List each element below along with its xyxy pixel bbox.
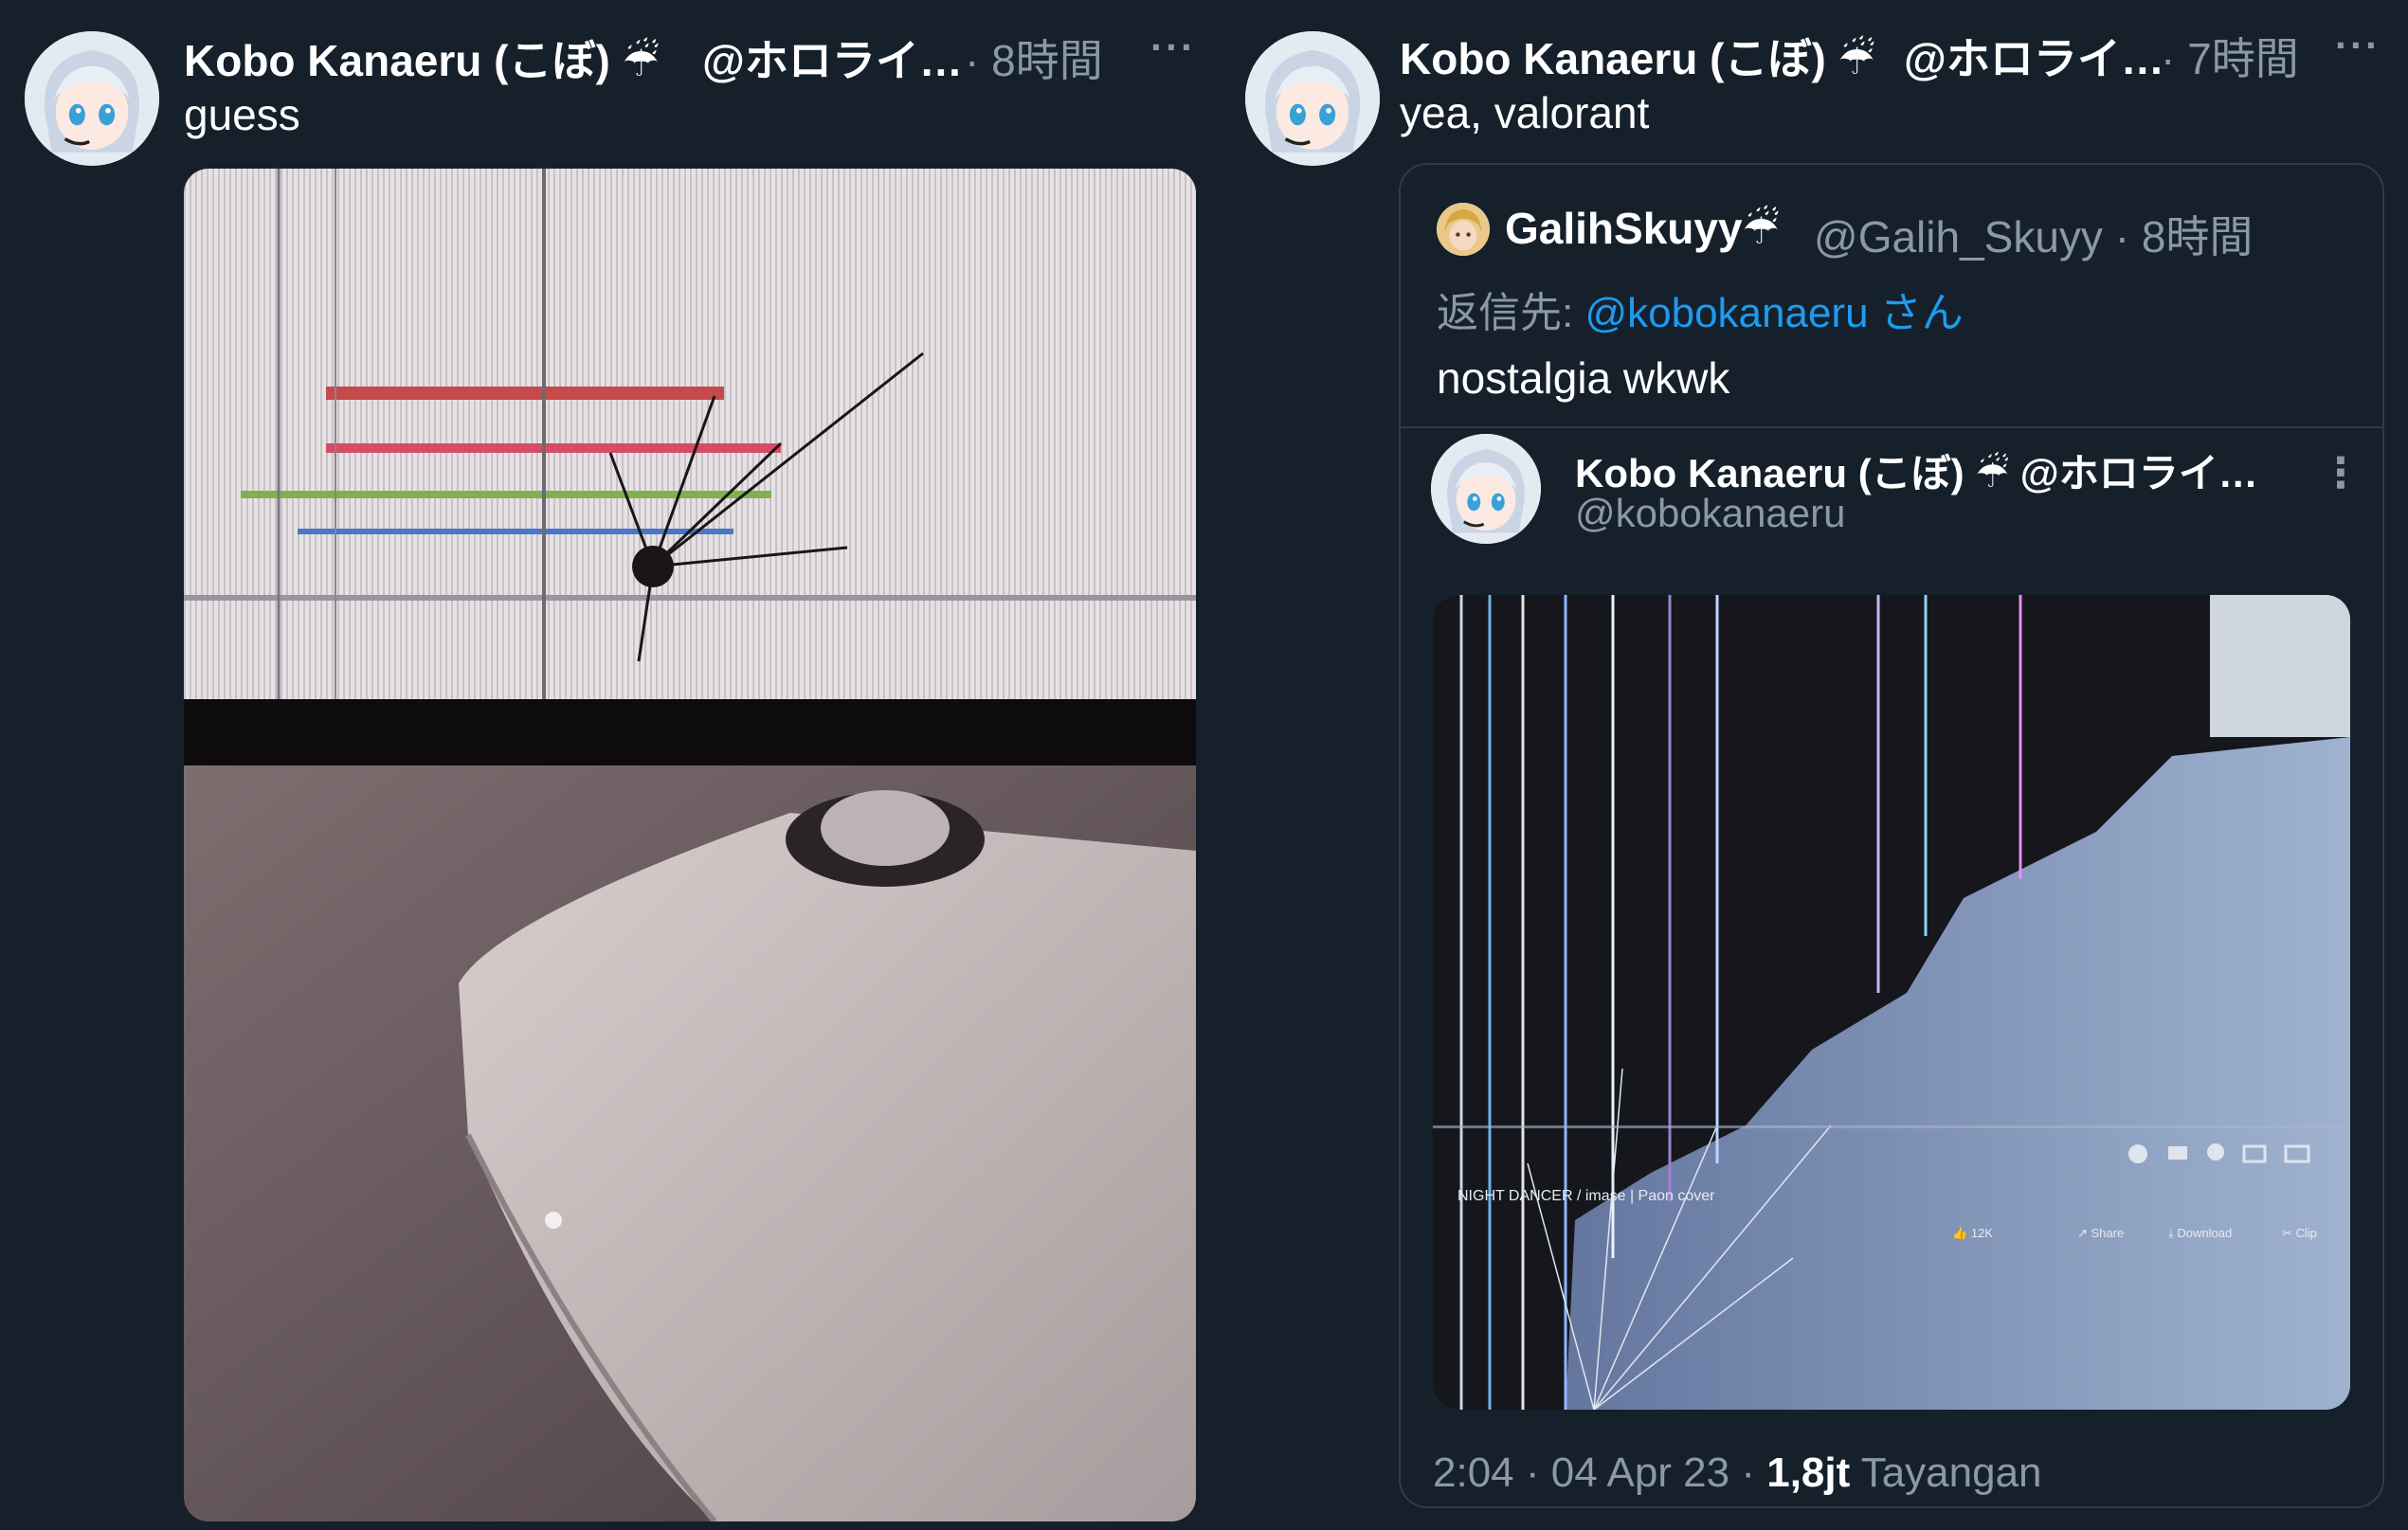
tweet-text: yea, valorant: [1400, 88, 1650, 137]
video-title: NIGHT DANCER / imase | Paon cover: [1457, 1188, 1715, 1204]
umbrella-icon: ☔: [1975, 454, 2010, 495]
avatar[interactable]: [1245, 31, 1380, 166]
reply-author-name[interactable]: GalihSkuyy☔: [1505, 203, 1780, 254]
tweet-timestamp[interactable]: 2:04 · 04 Apr 23 ·: [1433, 1449, 1766, 1496]
tweet-photo[interactable]: [184, 169, 1196, 1521]
reply-author-avatar[interactable]: [1437, 203, 1490, 256]
tweet-time[interactable]: · 7時間: [2161, 25, 2299, 87]
tweet-time[interactable]: · 8時間: [965, 27, 1103, 89]
more-options-button[interactable]: ···: [1150, 25, 1196, 70]
author-name[interactable]: Kobo Kanaeru (こぼ) ☔: [184, 27, 660, 89]
more-options-button[interactable]: ⋮: [2320, 449, 2363, 497]
reply-to-line: 返信先: @kobokanaeru さん: [1437, 290, 1964, 336]
divider: [1401, 426, 2382, 428]
author-name[interactable]: Kobo Kanaeru (こぼ) ☔: [1400, 25, 1875, 87]
umbrella-icon: ☔: [622, 39, 660, 85]
view-label: Tayangan: [1860, 1449, 2042, 1496]
reply-text: nostalgia wkwk: [1437, 353, 1730, 403]
video-like-count: 👍 12K: [1952, 1226, 1993, 1240]
tweet-text: guess: [184, 90, 300, 139]
avatar[interactable]: [25, 31, 159, 166]
quoted-author-handle[interactable]: @kobokanaeru: [1575, 491, 1846, 536]
umbrella-icon: ☔: [1742, 207, 1780, 253]
author-handle[interactable]: @ホロライ…: [1904, 25, 2164, 87]
more-options-button[interactable]: ···: [2335, 23, 2381, 68]
video-clip-button: ✂ Clip: [2282, 1226, 2317, 1240]
umbrella-icon: ☔: [1838, 37, 1875, 83]
quoted-tweet-photo[interactable]: [1433, 595, 2350, 1410]
video-download-button: ⤓ Download: [2168, 1226, 2233, 1240]
quoted-author-avatar[interactable]: [1431, 434, 1541, 544]
video-share-button: ↗ Share: [2077, 1226, 2125, 1240]
reply-to-handle-link[interactable]: @kobokanaeru さん: [1584, 290, 1963, 336]
view-count: 1,8jt: [1766, 1449, 1851, 1496]
author-handle[interactable]: @ホロライ…: [702, 27, 963, 89]
reply-author-handle[interactable]: @Galih_Skuyy · 8時間: [1814, 203, 2253, 265]
tweet-meta: 2:04 · 04 Apr 23 · 1,8jt Tayangan: [1433, 1449, 2042, 1497]
